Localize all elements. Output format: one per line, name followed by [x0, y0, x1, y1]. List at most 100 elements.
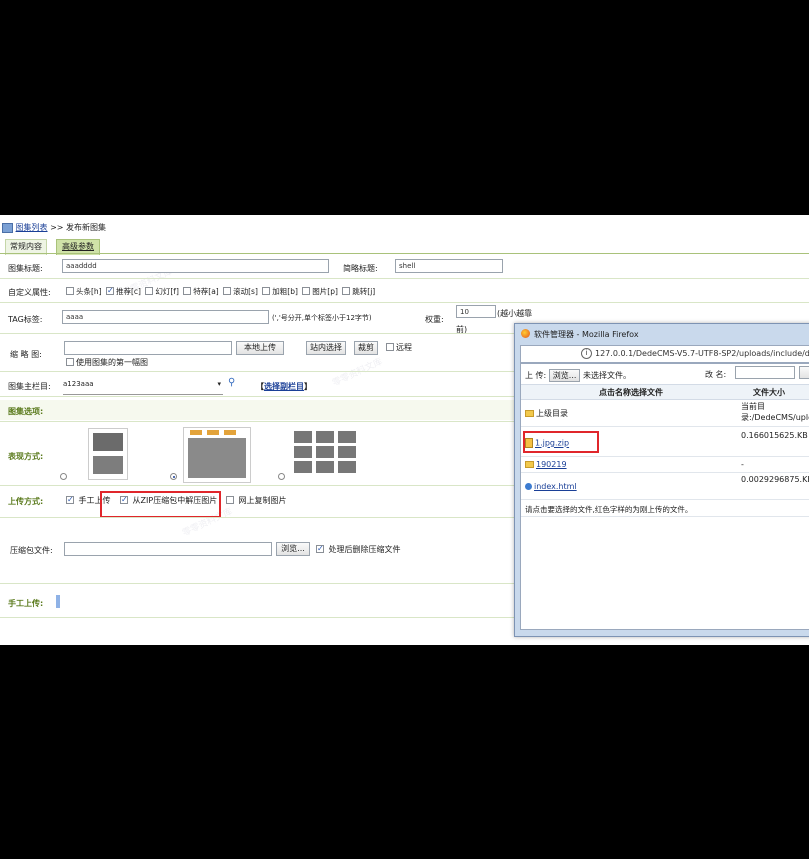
weight-label: 权重: [425, 315, 444, 324]
table-row[interactable]: 上级目录 [525, 408, 568, 419]
file-size: - [741, 460, 744, 469]
ff-browse-button[interactable]: 浏览... [548, 369, 581, 382]
remote-label: 远程 [396, 343, 412, 352]
select-sub-link[interactable]: 选择副栏目 [264, 382, 304, 391]
address-bar[interactable]: i 127.0.0.1/DedeCMS-V5.7-UTF8-SP2/upload… [520, 345, 809, 363]
file-manager-body: 上 传: 浏览... 未选择文件。 改 名: 点击名称选择文件 文件大小 上级目… [520, 363, 809, 630]
highlight-box [523, 431, 599, 453]
attr-checkbox-h[interactable] [66, 287, 74, 295]
attr-checkbox-a[interactable] [183, 287, 192, 295]
zip-file-input[interactable] [64, 542, 272, 556]
attr-checkbox-f[interactable] [145, 287, 154, 295]
attr-label-b: 加粗[b] [272, 287, 298, 296]
crop-button[interactable]: 裁剪 [354, 341, 378, 355]
breadcrumb-root-link[interactable]: 图集列表 [16, 223, 48, 232]
select-sub-column[interactable]: 【选择副栏目】 [256, 381, 312, 392]
display-label: 表现方式: [8, 452, 44, 461]
row-divider [521, 499, 809, 500]
column-select[interactable]: a123aaa ▾ [63, 377, 223, 395]
tab-advanced-label: 高级参数 [62, 242, 94, 251]
highlight-box [100, 491, 221, 518]
tag-label: TAG标签: [8, 315, 43, 324]
short-title-label: 简略标题: [343, 264, 378, 273]
tag-input[interactable]: aaaa [62, 310, 269, 324]
attr-checkbox-j[interactable] [342, 287, 351, 295]
confirm-button[interactable] [799, 366, 809, 379]
thumb-label: 缩 略 图: [10, 350, 42, 359]
display-style-3-radio[interactable] [278, 473, 285, 480]
breadcrumb-current: 发布新图集 [66, 223, 107, 232]
thumb-input[interactable] [64, 341, 232, 355]
delete-after-label: 处理后删除压缩文件 [328, 545, 401, 554]
col-size-header: 文件大小 [753, 388, 785, 397]
upload-web-label: 网上复制图片 [238, 496, 287, 505]
tab-divider [0, 253, 809, 254]
display-style-3-preview[interactable] [292, 429, 358, 473]
file-size: 0.0029296875.KB [741, 475, 809, 484]
row-divider [521, 472, 809, 473]
tab-general-label: 常规内容 [10, 242, 42, 251]
row-divider [0, 302, 809, 303]
rename-label: 改 名: [705, 370, 727, 379]
display-style-1-radio[interactable] [60, 473, 67, 480]
display-style-2-preview[interactable] [183, 427, 251, 483]
use-first-option: 使用图集的第一幅图 [64, 357, 148, 368]
firefox-titlebar[interactable]: 软件管理器 - Mozilla Firefox [515, 324, 809, 344]
firefox-title: 软件管理器 - Mozilla Firefox [534, 330, 639, 339]
tag-hint: (','号分开,单个标签小于12字节) [272, 314, 372, 322]
upload-manual-checkbox[interactable]: ✓ [66, 495, 74, 504]
delete-after-checkbox[interactable]: ✓ [316, 544, 324, 553]
attr-checkbox-p[interactable] [302, 287, 311, 295]
address-url: 127.0.0.1/DedeCMS-V5.7-UTF8-SP2/uploads/… [595, 349, 809, 358]
title-label: 图集标题: [8, 264, 43, 273]
upload-label-ff: 上 传: [525, 371, 547, 380]
gallery-options-label: 图集选项: [8, 407, 44, 416]
file-size: 当前目录:/DedeCMS/uploads/soft [741, 402, 809, 422]
hint-text: 请点击要选择的文件,红色字样的为刚上传的文件。 [525, 505, 693, 514]
info-icon: i [581, 348, 592, 359]
attr-label-p: 图片[p] [312, 287, 338, 296]
file-name[interactable]: index.html [534, 482, 577, 491]
attr-label-j: 跳转[j] [352, 287, 376, 296]
html-file-icon [525, 483, 532, 490]
attr-label-a: 特荐[a] [193, 287, 219, 296]
firefox-window: 软件管理器 - Mozilla Firefox i 127.0.0.1/Dede… [514, 323, 809, 637]
zip-label: 压缩包文件: [10, 546, 53, 555]
use-first-label: 使用图集的第一幅图 [76, 358, 148, 367]
search-icon[interactable]: ⚲ [228, 377, 235, 388]
upload-web-checkbox[interactable] [226, 495, 234, 504]
upload-label: 上传方式: [8, 497, 44, 506]
attr-checkbox-b[interactable] [262, 287, 271, 295]
table-header: 点击名称选择文件 文件大小 [521, 384, 809, 400]
rename-input[interactable] [735, 366, 795, 379]
attr-checkbox-c[interactable]: ✓ [106, 287, 114, 295]
attr-label-h: 头条[h] [76, 287, 102, 296]
table-row[interactable]: index.html [525, 482, 577, 491]
zip-browse-button[interactable]: 浏览... [276, 542, 310, 556]
col-name-header: 点击名称选择文件 [599, 388, 663, 397]
manual-upload-field[interactable] [56, 595, 60, 608]
breadcrumb-separator: >> [50, 223, 64, 232]
column-select-value: a123aaa [63, 380, 94, 388]
column-label: 图集主栏目: [8, 382, 51, 391]
row-divider [521, 456, 809, 457]
file-name[interactable]: 190219 [536, 460, 567, 469]
remote-checkbox[interactable] [386, 342, 394, 351]
file-name[interactable]: 上级目录 [536, 409, 568, 418]
attr-checkbox-s[interactable] [223, 287, 232, 295]
title-input[interactable]: aaadddd [62, 259, 329, 273]
site-select-button[interactable]: 站内选择 [306, 341, 346, 355]
no-file-text: 未选择文件。 [582, 371, 631, 380]
use-first-checkbox[interactable] [66, 357, 74, 366]
manual-label: 手工上传: [8, 599, 44, 608]
display-style-2-radio[interactable] [170, 473, 177, 480]
attr-label-f: 幻灯[f] [155, 287, 179, 296]
table-row[interactable]: 190219 [525, 460, 567, 469]
home-icon [2, 222, 13, 233]
display-style-1-preview[interactable] [88, 428, 128, 480]
row-divider [521, 426, 809, 427]
upload-web-option: 网上复制图片 [224, 495, 287, 506]
local-upload-button[interactable]: 本地上传 [236, 341, 284, 355]
short-title-input[interactable]: shell [395, 259, 503, 273]
delete-after-option: ✓ 处理后删除压缩文件 [314, 544, 401, 555]
